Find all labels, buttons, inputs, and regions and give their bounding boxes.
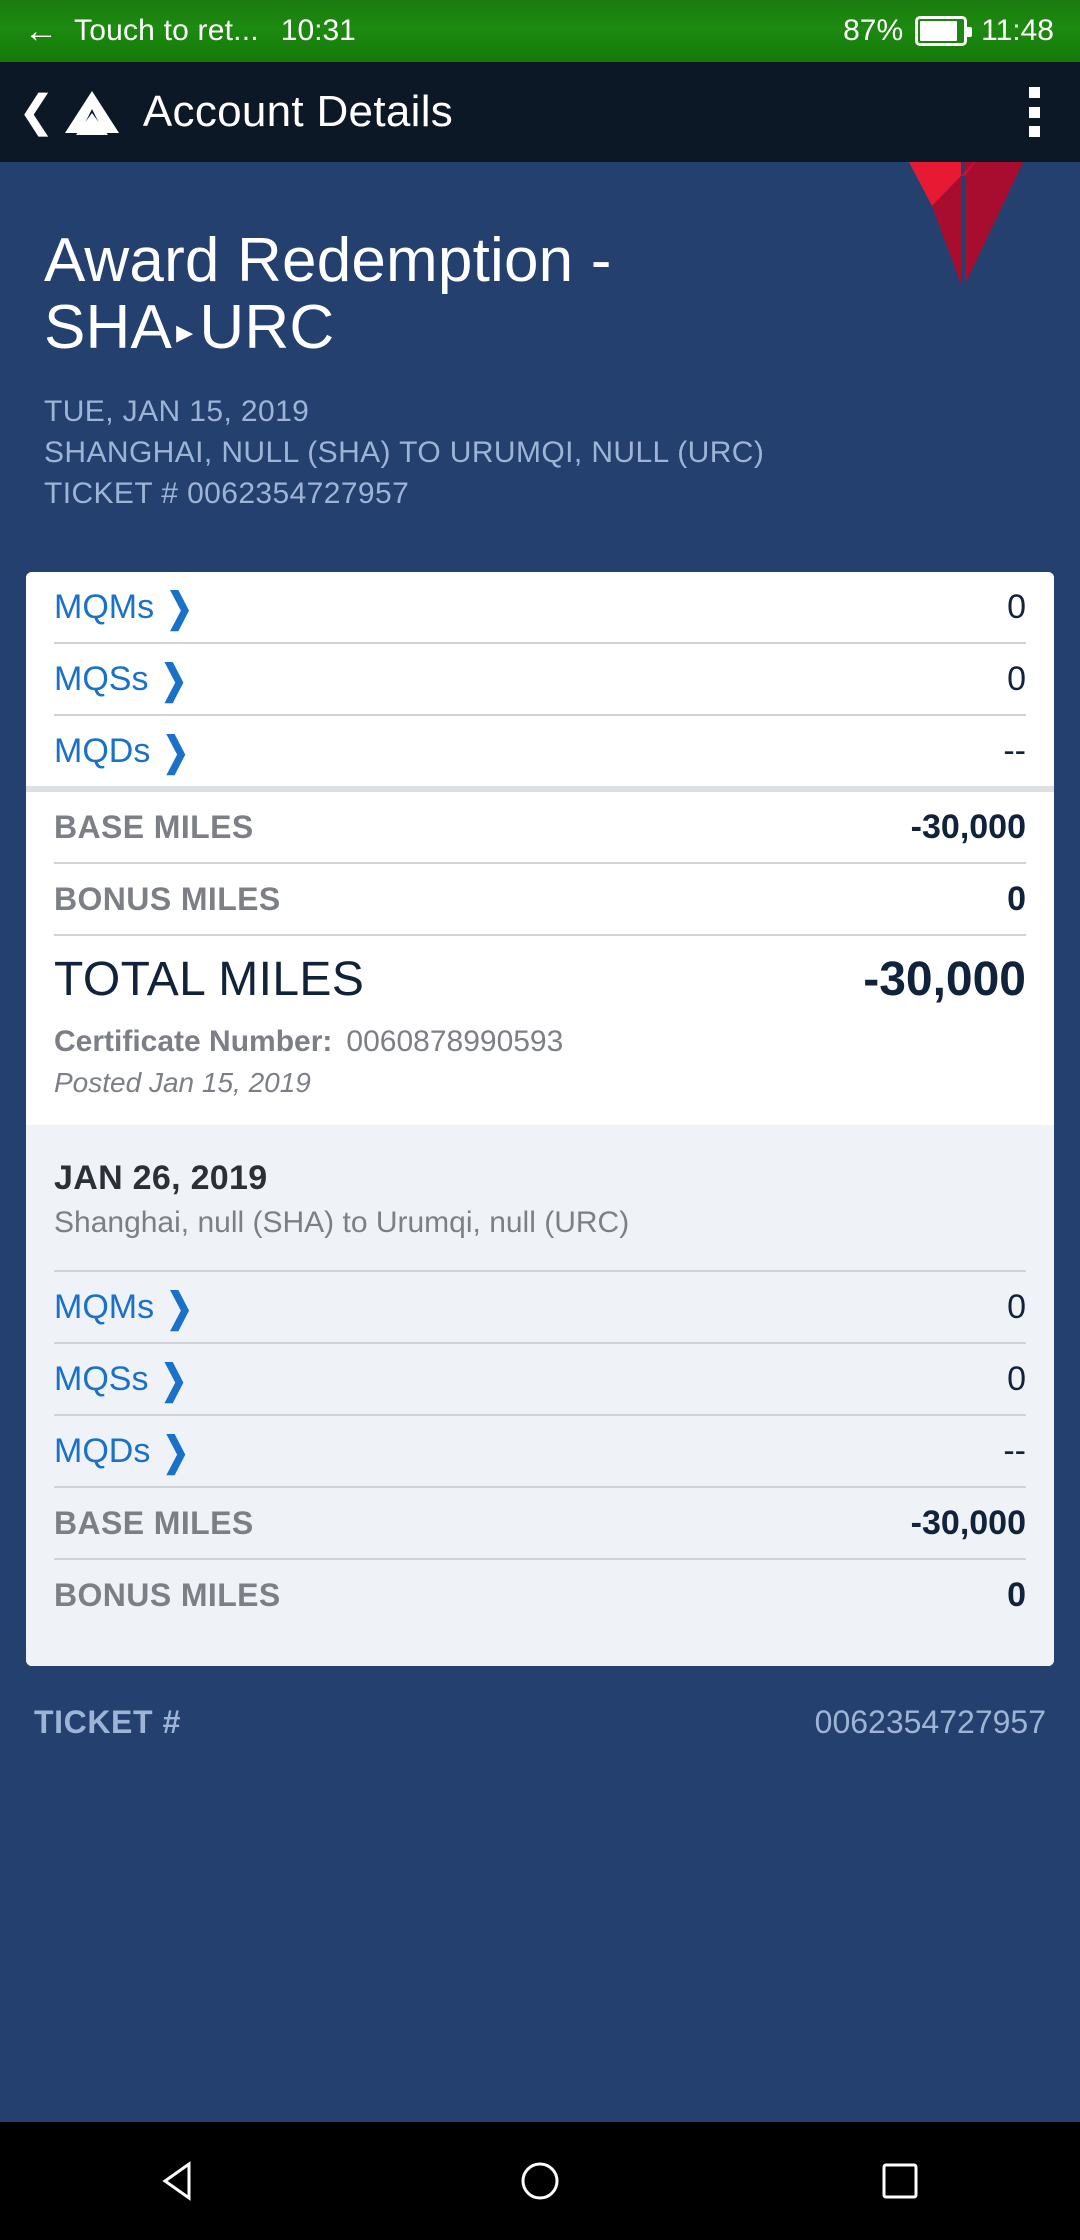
table-row: BONUS MILES 0 <box>54 864 1026 937</box>
ticket-footer-row: TICKET # 0062354727957 <box>34 1666 1046 1741</box>
certificate-number: 0060878990593 <box>346 1025 564 1059</box>
segment-route: Shanghai, null (SHA) to Urumqi, null (UR… <box>54 1206 630 1240</box>
page-title: Account Details <box>142 87 454 136</box>
segment-bottom-spacer <box>54 1630 1026 1666</box>
transaction-date: TUE, JAN 15, 2019 <box>44 394 310 428</box>
chevron-right-icon: ❯ <box>160 656 188 702</box>
destination-code: URC <box>199 292 335 362</box>
segment-spacer <box>54 1240 1026 1270</box>
row-value: -30,000 <box>910 1503 1026 1542</box>
chevron-right-icon: ❯ <box>162 1428 190 1474</box>
certificate-label: Certificate Number: <box>54 1025 333 1059</box>
row-label: MQSs <box>54 659 149 698</box>
mqms-link[interactable]: MQMs ❯ <box>54 585 193 630</box>
chevron-right-icon: ❯ <box>166 584 193 630</box>
chevron-right-icon: ❯ <box>160 1356 188 1402</box>
segment-date: JAN 26, 2019 <box>54 1159 268 1198</box>
segment-detail-section: JAN 26, 2019 Shanghai, null (SHA) to Uru… <box>26 1125 1054 1667</box>
qualifying-metrics-section: MQMs ❯ 0 MQSs ❯ 0 MQDs ❯ -- <box>26 572 1054 787</box>
arrow-left-icon[interactable]: ← <box>24 14 58 48</box>
status-clock: 11:48 <box>981 14 1054 47</box>
table-row: BASE MILES -30,000 <box>54 792 1026 865</box>
row-value: 0 <box>1007 879 1026 918</box>
row-label: BASE MILES <box>54 808 254 845</box>
delta-widget-white-icon <box>63 89 121 135</box>
ticket-number-label: TICKET # <box>34 1704 182 1741</box>
transaction-route-codes: SHA ▸URC <box>44 292 1036 362</box>
segment-mqms-link[interactable]: MQMs ❯ <box>54 1285 193 1330</box>
mqds-link[interactable]: MQDs ❯ <box>54 729 189 774</box>
total-miles-label: TOTAL MILES <box>54 953 365 1007</box>
row-value: -30,000 <box>910 807 1026 846</box>
row-label: MQMs <box>54 1287 155 1326</box>
battery-icon <box>915 16 973 46</box>
segment-mqds-link[interactable]: MQDs ❯ <box>54 1429 189 1474</box>
touch-to-return-label[interactable]: Touch to ret... <box>74 14 259 48</box>
table-row: BASE MILES -30,000 <box>54 1488 1026 1561</box>
table-row[interactable]: MQMs ❯ 0 <box>54 572 1026 645</box>
total-miles-row: TOTAL MILES -30,000 <box>54 936 1026 1007</box>
origin-code: SHA <box>44 292 173 362</box>
row-label: MQDs <box>54 731 151 770</box>
hero-section: Award Redemption - SHA ▸URC TUE, JAN 15, … <box>0 114 1080 514</box>
square-recents-icon[interactable] <box>877 2158 923 2204</box>
table-row[interactable]: MQMs ❯ 0 <box>54 1270 1026 1345</box>
ticket-number-value: 0062354727957 <box>814 1704 1046 1741</box>
row-label: BONUS MILES <box>54 880 281 917</box>
row-value: 0 <box>1007 659 1026 698</box>
table-row[interactable]: MQDs ❯ -- <box>54 716 1026 786</box>
route-arrow-icon: ▸ <box>176 312 194 351</box>
transaction-route: SHANGHAI, NULL (SHA) TO URUMQI, NULL (UR… <box>44 435 765 469</box>
row-value: -- <box>1003 1431 1026 1470</box>
triangle-back-icon[interactable] <box>157 2158 203 2204</box>
account-detail-card: MQMs ❯ 0 MQSs ❯ 0 MQDs ❯ -- BASE MILES -30,… <box>26 572 1054 1667</box>
battery-percent-label: 87% <box>843 14 904 47</box>
row-value: 0 <box>1007 1359 1026 1398</box>
row-value: 0 <box>1007 587 1026 626</box>
table-row[interactable]: MQDs ❯ -- <box>54 1416 1026 1489</box>
certificate-row: Certificate Number: 0060878990593 <box>54 1025 1026 1059</box>
chevron-right-icon: ❯ <box>166 1284 193 1330</box>
table-row[interactable]: MQSs ❯ 0 <box>54 1344 1026 1417</box>
circle-home-icon[interactable] <box>517 2158 563 2204</box>
chevron-left-icon[interactable]: ❮ <box>12 90 61 134</box>
row-label: MQSs <box>54 1359 149 1398</box>
total-miles-value: -30,000 <box>863 953 1026 1007</box>
status-right-group: 87% 11:48 <box>843 14 1054 48</box>
segment-mqss-link[interactable]: MQSs ❯ <box>54 1357 187 1402</box>
row-label: MQMs <box>54 587 155 626</box>
overflow-menu-icon[interactable] <box>1019 83 1050 141</box>
mqss-link[interactable]: MQSs ❯ <box>54 657 187 702</box>
table-row[interactable]: MQSs ❯ 0 <box>54 644 1026 717</box>
table-row: BONUS MILES 0 <box>54 1560 1026 1630</box>
row-value: 0 <box>1007 1575 1026 1614</box>
row-label: BONUS MILES <box>54 1576 281 1613</box>
app-bar: ❮ Account Details <box>0 62 1080 162</box>
system-status-bar: ← Touch to ret... 10:31 87% 11:48 <box>0 0 1080 62</box>
chevron-right-icon: ❯ <box>162 728 190 774</box>
posted-date: Posted Jan 15, 2019 <box>54 1067 311 1099</box>
row-value: 0 <box>1007 1287 1026 1326</box>
row-label: MQDs <box>54 1431 151 1470</box>
row-value: -- <box>1003 731 1026 770</box>
transaction-meta: TUE, JAN 15, 2019 SHANGHAI, NULL (SHA) T… <box>44 392 1036 514</box>
system-nav-bar <box>0 2122 1080 2240</box>
row-label: BASE MILES <box>54 1504 254 1541</box>
transaction-ticket: TICKET # 0062354727957 <box>44 476 410 510</box>
status-left-time: 10:31 <box>280 14 356 47</box>
miles-summary-section: BASE MILES -30,000 BONUS MILES 0 TOTAL M… <box>26 792 1054 1100</box>
